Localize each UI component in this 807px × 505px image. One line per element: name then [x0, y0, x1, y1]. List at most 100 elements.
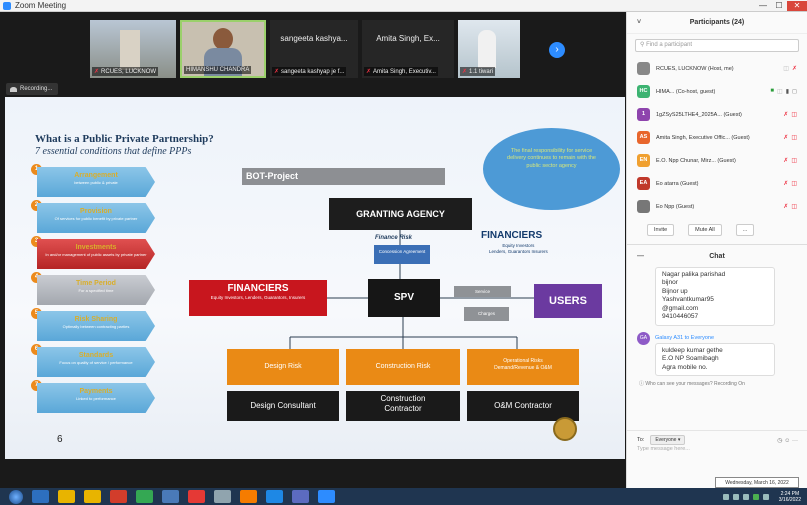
participant-actions: Invite Mute All ... [627, 218, 807, 236]
next-page-button[interactable]: › [549, 42, 565, 58]
participant-status-icons: ◫ ✗ [780, 65, 797, 72]
condition-payments: Payments Linked to performance [37, 383, 155, 413]
participant-status-icons: ✗ ◫ [780, 180, 797, 187]
participant-status-icons: ✗ ◫ [780, 111, 797, 118]
participant-status-icons: ✗ ◫ [780, 134, 797, 141]
mic-muted-icon: ✗ [783, 158, 789, 164]
maximize-button[interactable]: ☐ [771, 1, 787, 11]
raise-hand-icon: ◫ [777, 89, 783, 95]
participant-name: Eo atarra (Guest) [656, 180, 699, 187]
share-icon: ■ [770, 88, 775, 94]
video-tile-tiwari[interactable]: ✗ 1.1 tiwari [458, 20, 520, 78]
design-consultant-box: Design Consultant [227, 391, 339, 421]
participant-row[interactable]: EA Eo atarra (Guest) ✗ ◫ [627, 172, 807, 195]
shared-screen-slide: What is a Public Private Partnership? 7 … [5, 97, 625, 459]
participant-name: Amita Singh, Executive Offic... (Guest) [656, 134, 750, 141]
to-label: To: [637, 437, 645, 443]
folder-icon[interactable] [84, 490, 101, 503]
video-thumbnail-strip: ✗ RCUES, LUCKNOW HIMANSHU CHANDRA sangeet… [0, 12, 626, 80]
condition-time-period: Time Period For a specified time [37, 275, 155, 305]
network-icon[interactable] [752, 493, 759, 500]
chat-recipient-row: To: Everyone ▾ ◷ ☺ ··· [627, 430, 807, 445]
clock[interactable]: 2:24 PM 3/16/2022 [779, 491, 801, 503]
chat-message-input[interactable]: Type message here... [637, 446, 690, 452]
camera-off-icon: ◫ [791, 181, 797, 187]
avatar [637, 62, 650, 75]
tray-icon[interactable] [742, 493, 749, 500]
close-button[interactable]: ✕ [787, 0, 807, 11]
slide-title: What is a Public Private Partnership? [35, 133, 214, 145]
chat-tools[interactable]: ◷ ☺ ··· [777, 437, 798, 444]
financiers-right-title: FINANCIERS [481, 230, 543, 241]
sender-avatar: GA [637, 331, 650, 345]
video-tile-himanshu[interactable]: HIMANSHU CHANDRA [180, 20, 266, 78]
participant-row[interactable]: AS Amita Singh, Executive Offic... (Gues… [627, 126, 807, 149]
participant-status-icons: ✗ ◫ [780, 157, 797, 164]
financiers-right-sub: Equity Investors Lenders, Guarantors Ins… [489, 243, 548, 254]
doc-icon[interactable] [292, 490, 309, 503]
construction-contractor-box: Construction Contractor [346, 391, 460, 421]
more-options-button[interactable]: ... [735, 224, 755, 236]
mic-muted-icon: ✗ [783, 112, 789, 118]
firefox-icon[interactable] [240, 490, 257, 503]
avatar: AS [637, 131, 650, 144]
tile-name: ✗ sangeeta kashyap je f... [272, 67, 347, 76]
media-player-icon[interactable] [110, 490, 127, 503]
chat-header: — Chat [627, 245, 807, 267]
invite-button[interactable]: Invite [647, 224, 675, 236]
avatar [637, 200, 650, 213]
tray-icon[interactable] [732, 493, 739, 500]
condition-provision: Provision Of services for public benefit … [37, 203, 155, 233]
mic-muted-icon: ✗ [783, 135, 789, 141]
recipient-select[interactable]: Everyone ▾ [650, 435, 686, 445]
participant-row[interactable]: Eo Npp (Guest) ✗ ◫ [627, 195, 807, 218]
charges-arrow: Charges [464, 307, 509, 321]
file-explorer-icon[interactable] [58, 490, 75, 503]
tray-icon[interactable] [722, 493, 729, 500]
zoom-app-icon [3, 1, 11, 10]
skype-icon[interactable] [266, 490, 283, 503]
window-title: Zoom Meeting [15, 1, 67, 10]
ie-icon[interactable] [32, 490, 49, 503]
speaker-face [213, 28, 233, 50]
who-can-see-notice[interactable]: ⓘ Who can see your messages? Recording O… [627, 380, 807, 387]
condition-standards: Standards Focus on quality of service / p… [37, 347, 155, 377]
video-tile-amita[interactable]: Amita Singh, Ex... ✗ Amita Singh, Executi… [362, 20, 454, 78]
participant-row[interactable]: 1 1gZSyS25LTHE4_2025A... (Guest) ✗ ◫ [627, 103, 807, 126]
avatar: EN [637, 154, 650, 167]
minimize-button[interactable]: — [755, 1, 771, 11]
financiers-left-sub: Equity Investors, Lenders, Guarantors, I… [210, 295, 306, 300]
participant-status-icons: ✗ ◫ [780, 203, 797, 210]
video-tile-sangeeta[interactable]: sangeeta kashya... ✗ sangeeta kashyap je … [270, 20, 358, 78]
camera-off-icon: ◫ [791, 204, 797, 210]
condition-arrangement: Arrangement between public & private [37, 167, 155, 197]
participant-name: RCUES, LUCKNOW (Host, me) [656, 65, 734, 72]
construction-risk-box: Construction Risk [346, 349, 460, 385]
participant-row[interactable]: RCUES, LUCKNOW (Host, me) ◫ ✗ [627, 57, 807, 80]
avatar: EA [637, 177, 650, 190]
recording-indicator[interactable]: Recording... [6, 83, 59, 95]
tile-display-name: sangeeta kashya... [280, 34, 348, 43]
person-image [478, 30, 496, 68]
condition-risk-sharing: Risk Sharing Optimally between contractin… [37, 311, 155, 341]
chrome-icon[interactable] [136, 490, 153, 503]
app-icon[interactable] [214, 490, 231, 503]
video-tile-rcues[interactable]: ✗ RCUES, LUCKNOW [90, 20, 176, 78]
collapse-chevron-icon[interactable]: ˅ [637, 19, 641, 26]
collapse-chat-icon[interactable]: — [637, 253, 644, 260]
zoom-taskbar-icon[interactable] [318, 490, 335, 503]
participant-row[interactable]: HC HIMA... (Co-host, guest) ■ ◫ ▮ ◻ [627, 80, 807, 103]
date-tooltip: Wednesday, March 16, 2022 [715, 477, 799, 488]
users-box: USERS [534, 284, 602, 318]
camera-off-icon: ◫ [783, 66, 789, 72]
mute-all-button[interactable]: Mute All [688, 224, 722, 236]
financiers-left-title: FINANCIERS [227, 283, 289, 294]
participants-header: ˅ Participants (24) [627, 12, 807, 34]
start-button-icon[interactable] [9, 489, 23, 504]
word-icon[interactable] [162, 490, 179, 503]
volume-icon[interactable] [762, 493, 769, 500]
finance-risk-label: Finance Risk [375, 235, 413, 241]
participant-row[interactable]: EN E.O. Npp Chunar, Mirz... (Guest) ✗ ◫ [627, 149, 807, 172]
participant-search-input[interactable]: ⚲ Find a participant [635, 39, 799, 52]
opera-icon[interactable] [188, 490, 205, 503]
